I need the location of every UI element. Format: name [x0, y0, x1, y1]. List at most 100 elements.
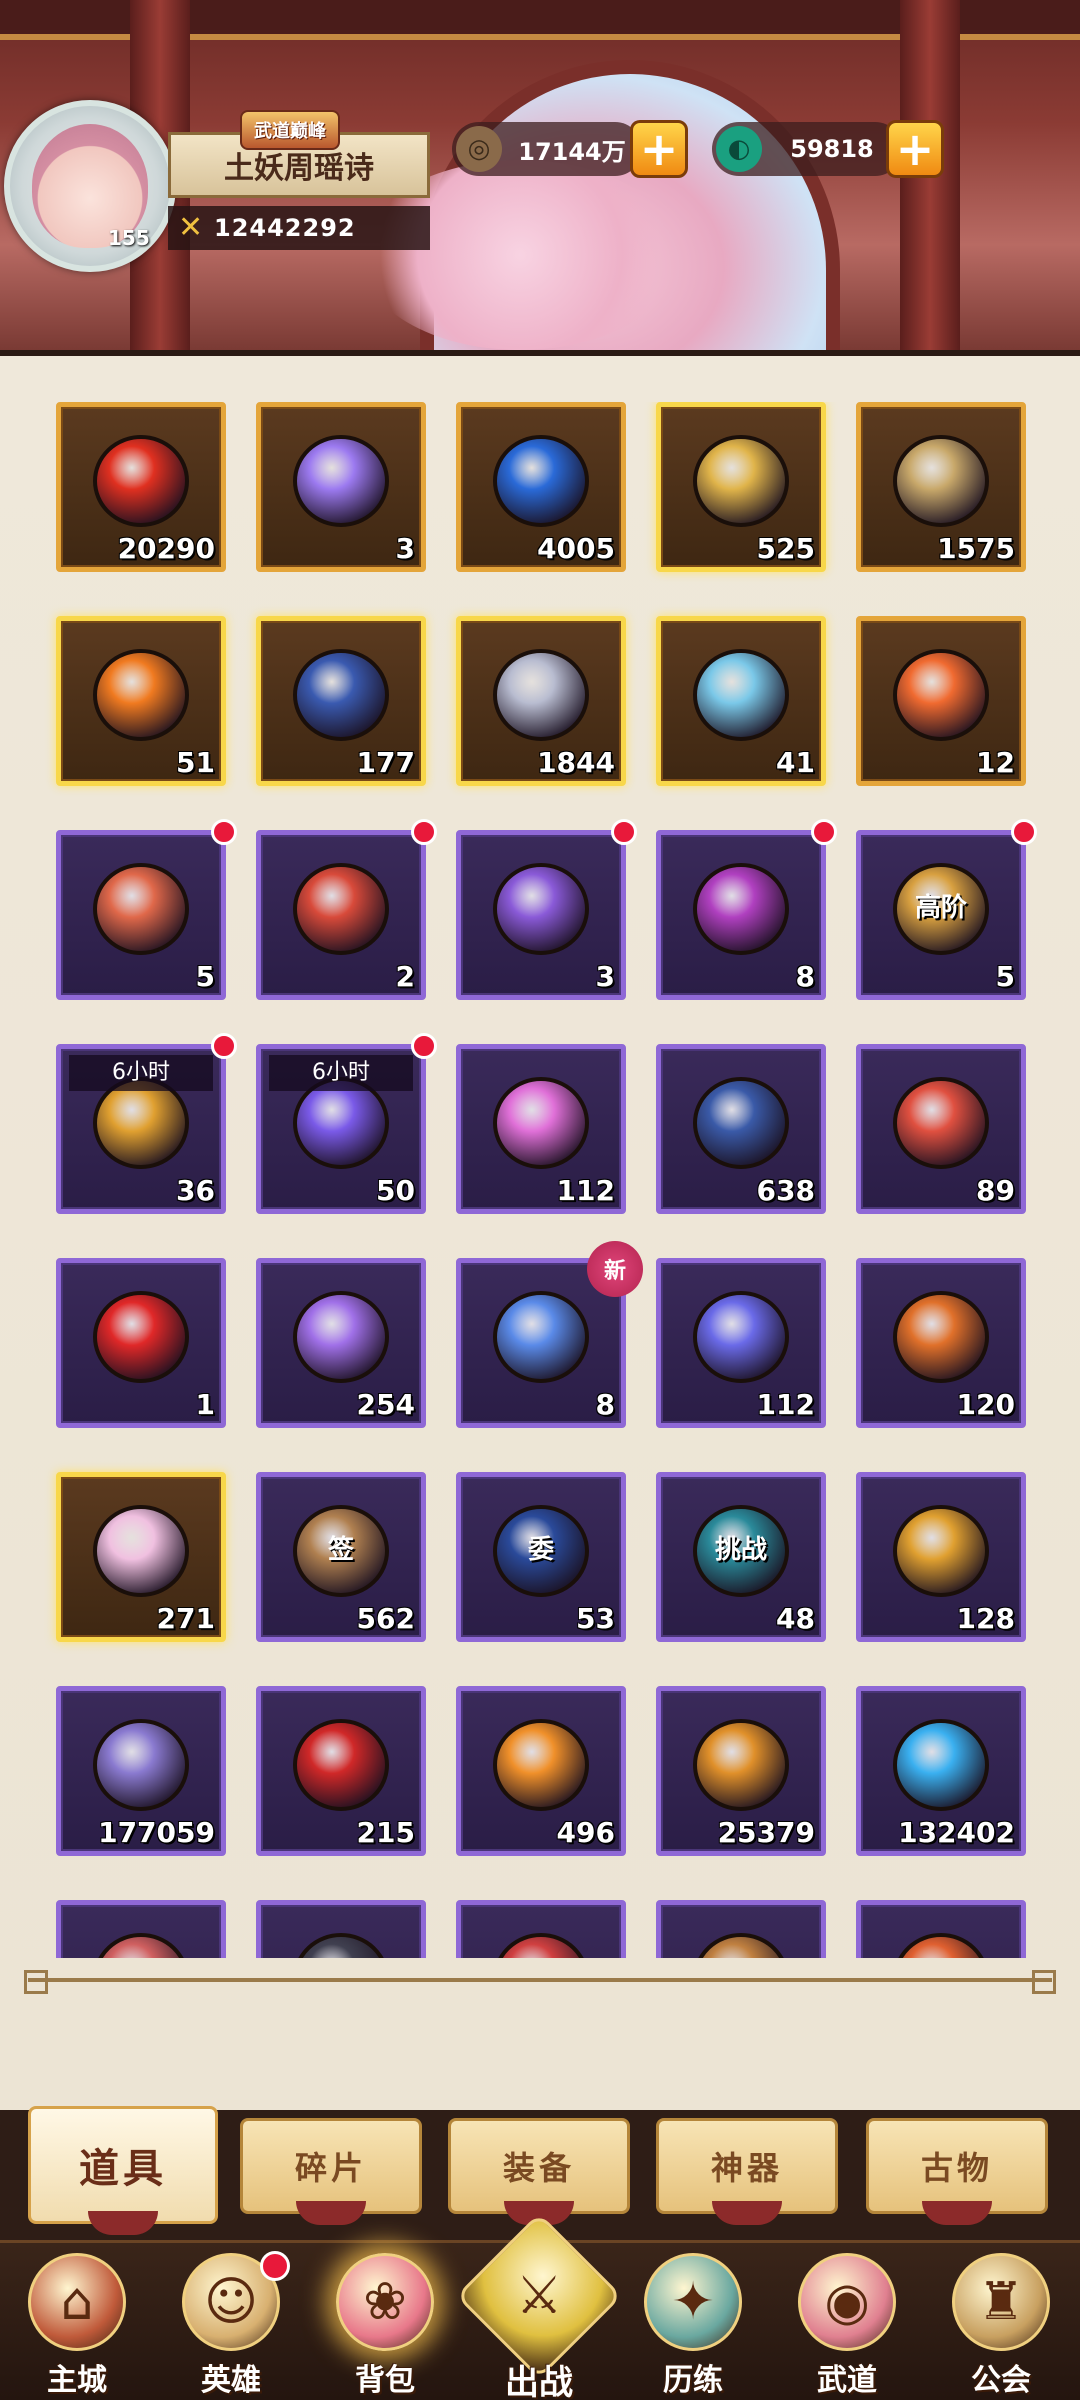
- item-quantity: 8: [795, 960, 815, 993]
- inventory-slot[interactable]: 8: [656, 819, 837, 1000]
- inventory-slot[interactable]: [56, 1900, 226, 1958]
- jade-amount: 59818: [790, 135, 874, 163]
- inventory-slot[interactable]: 3: [456, 819, 637, 1000]
- category-tab-label: 道具: [79, 2145, 167, 2192]
- inventory-slot[interactable]: 177: [256, 616, 426, 786]
- partial-item-icon: [83, 1923, 199, 1958]
- nav-item[interactable]: ◉ 武道: [770, 2243, 924, 2400]
- player-avatar[interactable]: [4, 100, 176, 272]
- item-label: 挑战: [714, 1535, 767, 1565]
- category-tab[interactable]: 装备: [448, 2118, 630, 2225]
- inventory-slot[interactable]: [456, 1900, 626, 1958]
- item-quantity: 254: [356, 1388, 415, 1421]
- inventory-panel: 20290 3 4005 525 1575 51 177 1844 41 12 …: [0, 350, 1080, 2110]
- nav-item[interactable]: ☺ 英雄: [154, 2243, 308, 2400]
- nav-item-label: 主城: [47, 2363, 107, 2398]
- title-badge[interactable]: 武道巅峰: [240, 110, 340, 150]
- item-quantity: 50: [376, 1174, 415, 1207]
- category-tab-label: 装备: [502, 2149, 575, 2187]
- nav-item[interactable]: ❀ 背包: [308, 2243, 462, 2400]
- nav-item[interactable]: ⌂ 主城: [0, 2243, 154, 2400]
- category-tab[interactable]: 碎片: [240, 2118, 422, 2225]
- inventory-slot[interactable]: 132402: [856, 1686, 1026, 1856]
- inventory-slot[interactable]: 496: [456, 1686, 626, 1856]
- treasure-chest-icon: [283, 853, 399, 961]
- bagua-icon: [283, 639, 399, 747]
- fire-swirl-icon: [883, 639, 999, 747]
- water-bottle-icon: [683, 639, 799, 747]
- inventory-slot[interactable]: 128: [856, 1472, 1026, 1642]
- inventory-slot[interactable]: 89: [856, 1044, 1026, 1214]
- inventory-slot[interactable]: [656, 1900, 826, 1958]
- inventory-slot[interactable]: 4005: [456, 402, 626, 572]
- category-tab[interactable]: 古物: [866, 2118, 1048, 2225]
- inventory-slot[interactable]: 2: [256, 819, 437, 1000]
- inventory-slot[interactable]: 120: [856, 1258, 1026, 1428]
- inventory-scroll-area[interactable]: 20290 3 4005 525 1575 51 177 1844 41 12 …: [0, 402, 1080, 1958]
- inventory-slot[interactable]: 215: [256, 1686, 426, 1856]
- orange-disc-icon: [883, 1281, 999, 1389]
- inventory-slot[interactable]: 6小时 36: [56, 1033, 237, 1214]
- dagger-icon: [883, 425, 999, 533]
- inventory-slot[interactable]: [856, 1900, 1026, 1958]
- inventory-slot[interactable]: 638: [656, 1044, 826, 1214]
- soul-crystal-icon: [83, 1709, 199, 1817]
- inventory-slot[interactable]: 8新: [456, 1241, 643, 1428]
- category-tab-label: 碎片: [294, 2149, 367, 2187]
- inventory-slot[interactable]: [256, 1900, 426, 1958]
- inventory-slot[interactable]: 254: [256, 1258, 426, 1428]
- category-tab[interactable]: 神器: [656, 2118, 838, 2225]
- inventory-slot[interactable]: 6小时 50: [256, 1033, 437, 1214]
- inventory-slot[interactable]: 51: [56, 616, 226, 786]
- tab-ribbon-decoration: [922, 2201, 992, 2225]
- item-quantity: 112: [556, 1174, 615, 1207]
- notification-dot: [411, 1033, 437, 1059]
- ice-crystal-icon: [883, 1709, 999, 1817]
- combat-power-bar: ✕ 12442292: [168, 206, 430, 250]
- nav-item[interactable]: ⚔ 出战: [455, 2212, 623, 2400]
- gold-coin-icon: [683, 425, 799, 533]
- inventory-slot[interactable]: 177059: [56, 1686, 226, 1856]
- inventory-slot[interactable]: 1575: [856, 402, 1026, 572]
- inventory-slot[interactable]: 112: [656, 1258, 826, 1428]
- inventory-slot[interactable]: 20290: [56, 402, 226, 572]
- notification-dot: [611, 819, 637, 845]
- nav-item-label: 公会: [971, 2363, 1031, 2398]
- purple-chest-icon: [483, 853, 599, 961]
- red-swirl-icon: [283, 1709, 399, 1817]
- guild-icon: ♜: [952, 2253, 1050, 2351]
- inventory-slot[interactable]: 271: [56, 1472, 226, 1642]
- inventory-slot[interactable]: 委 53: [456, 1472, 626, 1642]
- inventory-slot[interactable]: 挑战 48: [656, 1472, 826, 1642]
- inventory-slot[interactable]: 41: [656, 616, 826, 786]
- inventory-slot[interactable]: 1844: [456, 616, 626, 786]
- inventory-slot[interactable]: 112: [456, 1044, 626, 1214]
- item-quantity: 525: [756, 532, 815, 565]
- item-quantity: 12: [976, 746, 1015, 779]
- item-quantity: 5: [195, 960, 215, 993]
- item-quantity: 2: [395, 960, 415, 993]
- inventory-slot[interactable]: 25379: [656, 1686, 826, 1856]
- blue-powder-icon: [483, 425, 599, 533]
- nav-item[interactable]: ✦ 历练: [616, 2243, 770, 2400]
- nav-item[interactable]: ♜ 公会: [924, 2243, 1078, 2400]
- inventory-slot[interactable]: 5: [56, 819, 237, 1000]
- inventory-slot[interactable]: 525: [656, 402, 826, 572]
- category-tab[interactable]: 道具: [28, 2106, 218, 2235]
- item-quantity: 112: [756, 1388, 815, 1421]
- inventory-slot[interactable]: 高阶 5: [856, 819, 1037, 1000]
- tab-ribbon-decoration: [296, 2201, 366, 2225]
- nav-item-label: 出战: [505, 2363, 573, 2400]
- inventory-slot[interactable]: 3: [256, 402, 426, 572]
- item-quantity: 271: [156, 1602, 215, 1635]
- purple-medal-icon: [283, 1281, 399, 1389]
- add-copper-button[interactable]: +: [630, 120, 688, 178]
- add-jade-button[interactable]: +: [886, 120, 944, 178]
- inventory-slot[interactable]: 1: [56, 1258, 226, 1428]
- purple-box-icon: [683, 853, 799, 961]
- inventory-slot[interactable]: 12: [856, 616, 1026, 786]
- target-icon: [83, 1281, 199, 1389]
- martial-icon: ◉: [798, 2253, 896, 2351]
- crossed-swords-icon: ✕: [178, 210, 204, 245]
- inventory-slot[interactable]: 签 562: [256, 1472, 426, 1642]
